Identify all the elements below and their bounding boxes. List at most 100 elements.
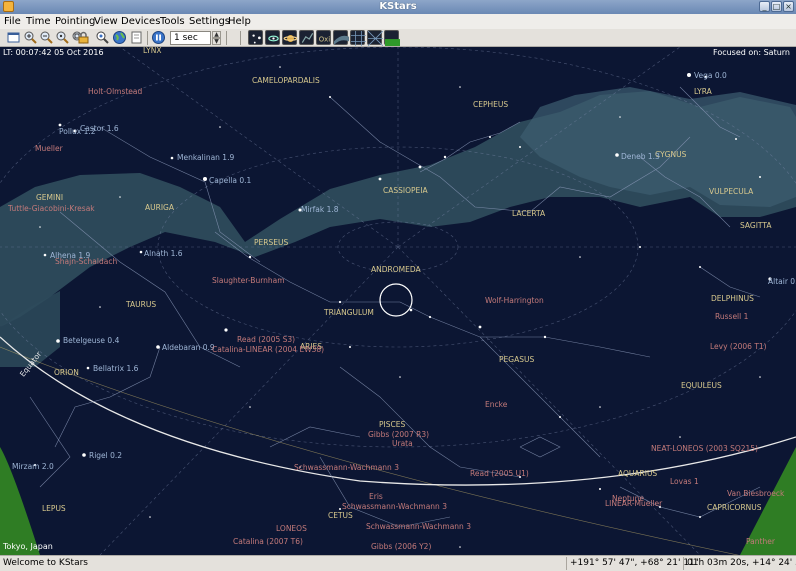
status-coordinates-secondary: 01h 03m 20s, +14° 24' 51" <box>683 557 796 570</box>
constellation-label: DELPHINUS <box>711 294 754 303</box>
star-label: Mirfak 1.8 <box>301 205 339 214</box>
deep-sky-toggle-icon[interactable] <box>265 30 280 45</box>
constellation-label: VULPECULA <box>709 187 754 196</box>
constellation-lines-toggle-icon[interactable] <box>299 30 314 45</box>
constellation-label: PISCES <box>379 420 406 429</box>
toolbar-separator <box>226 31 227 45</box>
comet-label: Shajn-Schaldach <box>55 257 118 266</box>
menu-devices[interactable]: Devices <box>121 14 160 29</box>
comet-label: NEAT-LONEOS (2003 SQ215) <box>651 444 759 453</box>
menu-time[interactable]: Time <box>26 14 50 29</box>
solar-system-toggle-icon[interactable] <box>282 30 298 45</box>
constellation-label: CETUS <box>328 511 353 520</box>
constellation-label: ORION <box>54 368 79 377</box>
toolbar-separator <box>240 31 241 45</box>
constellation-label: LEPUS <box>42 504 66 513</box>
print-icon[interactable] <box>129 30 144 45</box>
comet-label: Schwassmann-Wachmann 3 <box>294 463 399 472</box>
constellation-label: LYRA <box>694 87 712 96</box>
comet-label: Encke <box>485 400 508 409</box>
constellation-label: PERSEUS <box>254 238 289 247</box>
constellation-label: TAURUS <box>126 300 157 309</box>
comet-label: Wolf-Harrington <box>485 296 544 305</box>
menu-tools[interactable]: Tools <box>160 14 185 29</box>
window-title: KStars <box>379 1 417 12</box>
star-label: Vega 0.0 <box>694 71 727 80</box>
comet-label: Mueller <box>35 144 63 153</box>
menu-pointing[interactable]: Pointing <box>55 14 95 29</box>
star-label: Menkalinan 1.9 <box>177 153 235 162</box>
comet-label: Read (2005 U1) <box>470 469 529 478</box>
svg-text:Oxi: Oxi <box>319 35 331 43</box>
zoom-default-icon[interactable] <box>55 30 70 45</box>
constellation-label: ANDROMEDA <box>371 265 421 274</box>
sky-map[interactable]: LT: 00:07:42 05 Oct 2016 Focused on: Sat… <box>0 47 796 555</box>
status-bar: Welcome to KStars +191° 57' 47", +68° 21… <box>0 555 796 571</box>
comet-label: Russell 1 <box>715 312 749 321</box>
comet-label: LONEOS <box>276 524 307 533</box>
zoom-out-icon[interactable] <box>39 30 54 45</box>
constellation-label: LYNX <box>143 47 162 55</box>
close-icon[interactable]: × <box>783 1 794 12</box>
star-label: Deneb 1.3 <box>621 152 660 161</box>
milky-way-toggle-icon[interactable] <box>333 30 349 45</box>
time-step-input[interactable] <box>170 31 211 45</box>
menu-help[interactable]: Help <box>228 14 251 29</box>
star-label: Mirzam 2.0 <box>12 462 54 471</box>
planet-label: Eris <box>369 492 383 501</box>
menu-view[interactable]: View <box>94 14 118 29</box>
constellation-label: CEPHEUS <box>473 100 509 109</box>
status-message: Welcome to KStars <box>3 558 88 568</box>
new-window-icon[interactable] <box>6 30 21 45</box>
status-coordinates: +191° 57' 47", +68° 21' 11" <box>566 557 702 570</box>
comet-label: Tuttle-Giacobini-Kresak <box>8 204 95 213</box>
kstars-window: KStars _ □ × File Time Pointing View Dev… <box>0 0 796 571</box>
ground-toggle-icon[interactable] <box>384 30 400 46</box>
comet-label: Lovas 1 <box>670 477 699 486</box>
comet-label: Panther <box>746 537 775 546</box>
location-readout: Tokyo, Japan <box>3 542 53 551</box>
comet-label: Urata <box>392 439 413 448</box>
star-label: Capella 0.1 <box>209 176 252 185</box>
local-time-readout: LT: 00:07:42 05 Oct 2016 <box>3 48 104 57</box>
comet-label: Catalina (2007 T6) <box>233 537 303 546</box>
constellation-label: EQUULEUS <box>681 381 722 390</box>
constellation-names-toggle-icon[interactable]: Oxi <box>316 30 331 45</box>
comet-label: Read (2005 S3) <box>237 335 296 344</box>
constellation-label: PEGASUS <box>499 355 535 364</box>
comet-label: Gibbs (2007 R3) <box>368 430 430 439</box>
comet-label: Schwassmann-Wachmann 3 <box>366 522 471 531</box>
constellation-label: LACERTA <box>512 209 546 218</box>
comet-label: Van Biesbroeck <box>727 489 785 498</box>
menu-bar: File Time Pointing View Devices Tools Se… <box>0 14 796 29</box>
comet-label: Gibbs (2006 Y2) <box>371 542 432 551</box>
toolbar-separator <box>147 31 148 45</box>
main-toolbar: ▲ ▼ Oxi <box>0 29 796 47</box>
focus-readout: Focused on: Saturn <box>713 48 790 57</box>
constellation-label: CASSIOPEIA <box>383 186 428 195</box>
stars-toggle-icon[interactable] <box>248 30 263 45</box>
menu-settings[interactable]: Settings <box>189 14 230 29</box>
minimize-icon[interactable]: _ <box>759 1 770 12</box>
lock-icon[interactable] <box>76 30 91 45</box>
coordinate-grid-toggle-icon[interactable] <box>350 30 366 46</box>
constellation-label: GEMINI <box>36 193 64 202</box>
title-bar: KStars _ □ × <box>0 0 796 14</box>
field-of-view-toggle-icon[interactable] <box>367 30 383 46</box>
star-label: Altair 0.8 <box>768 277 796 286</box>
constellation-label: AURIGA <box>145 203 174 212</box>
constellation-label: SAGITTA <box>740 221 772 230</box>
comet-label: Holt-Olmstead <box>88 87 143 96</box>
globe-icon[interactable] <box>112 30 127 45</box>
time-step-up-button[interactable]: ▲ <box>212 31 221 38</box>
maximize-icon[interactable]: □ <box>771 1 782 12</box>
time-step-down-button[interactable]: ▼ <box>212 38 221 45</box>
zoom-in-icon[interactable] <box>23 30 38 45</box>
star-label: Betelgeuse 0.4 <box>63 336 120 345</box>
pause-icon[interactable] <box>151 30 166 45</box>
constellation-label: CAPRICORNUS <box>707 503 762 512</box>
star-label: Rigel 0.2 <box>89 451 123 460</box>
menu-file[interactable]: File <box>4 14 21 29</box>
comet-label: Slaughter-Burnham <box>212 276 285 285</box>
find-icon[interactable] <box>95 30 110 45</box>
